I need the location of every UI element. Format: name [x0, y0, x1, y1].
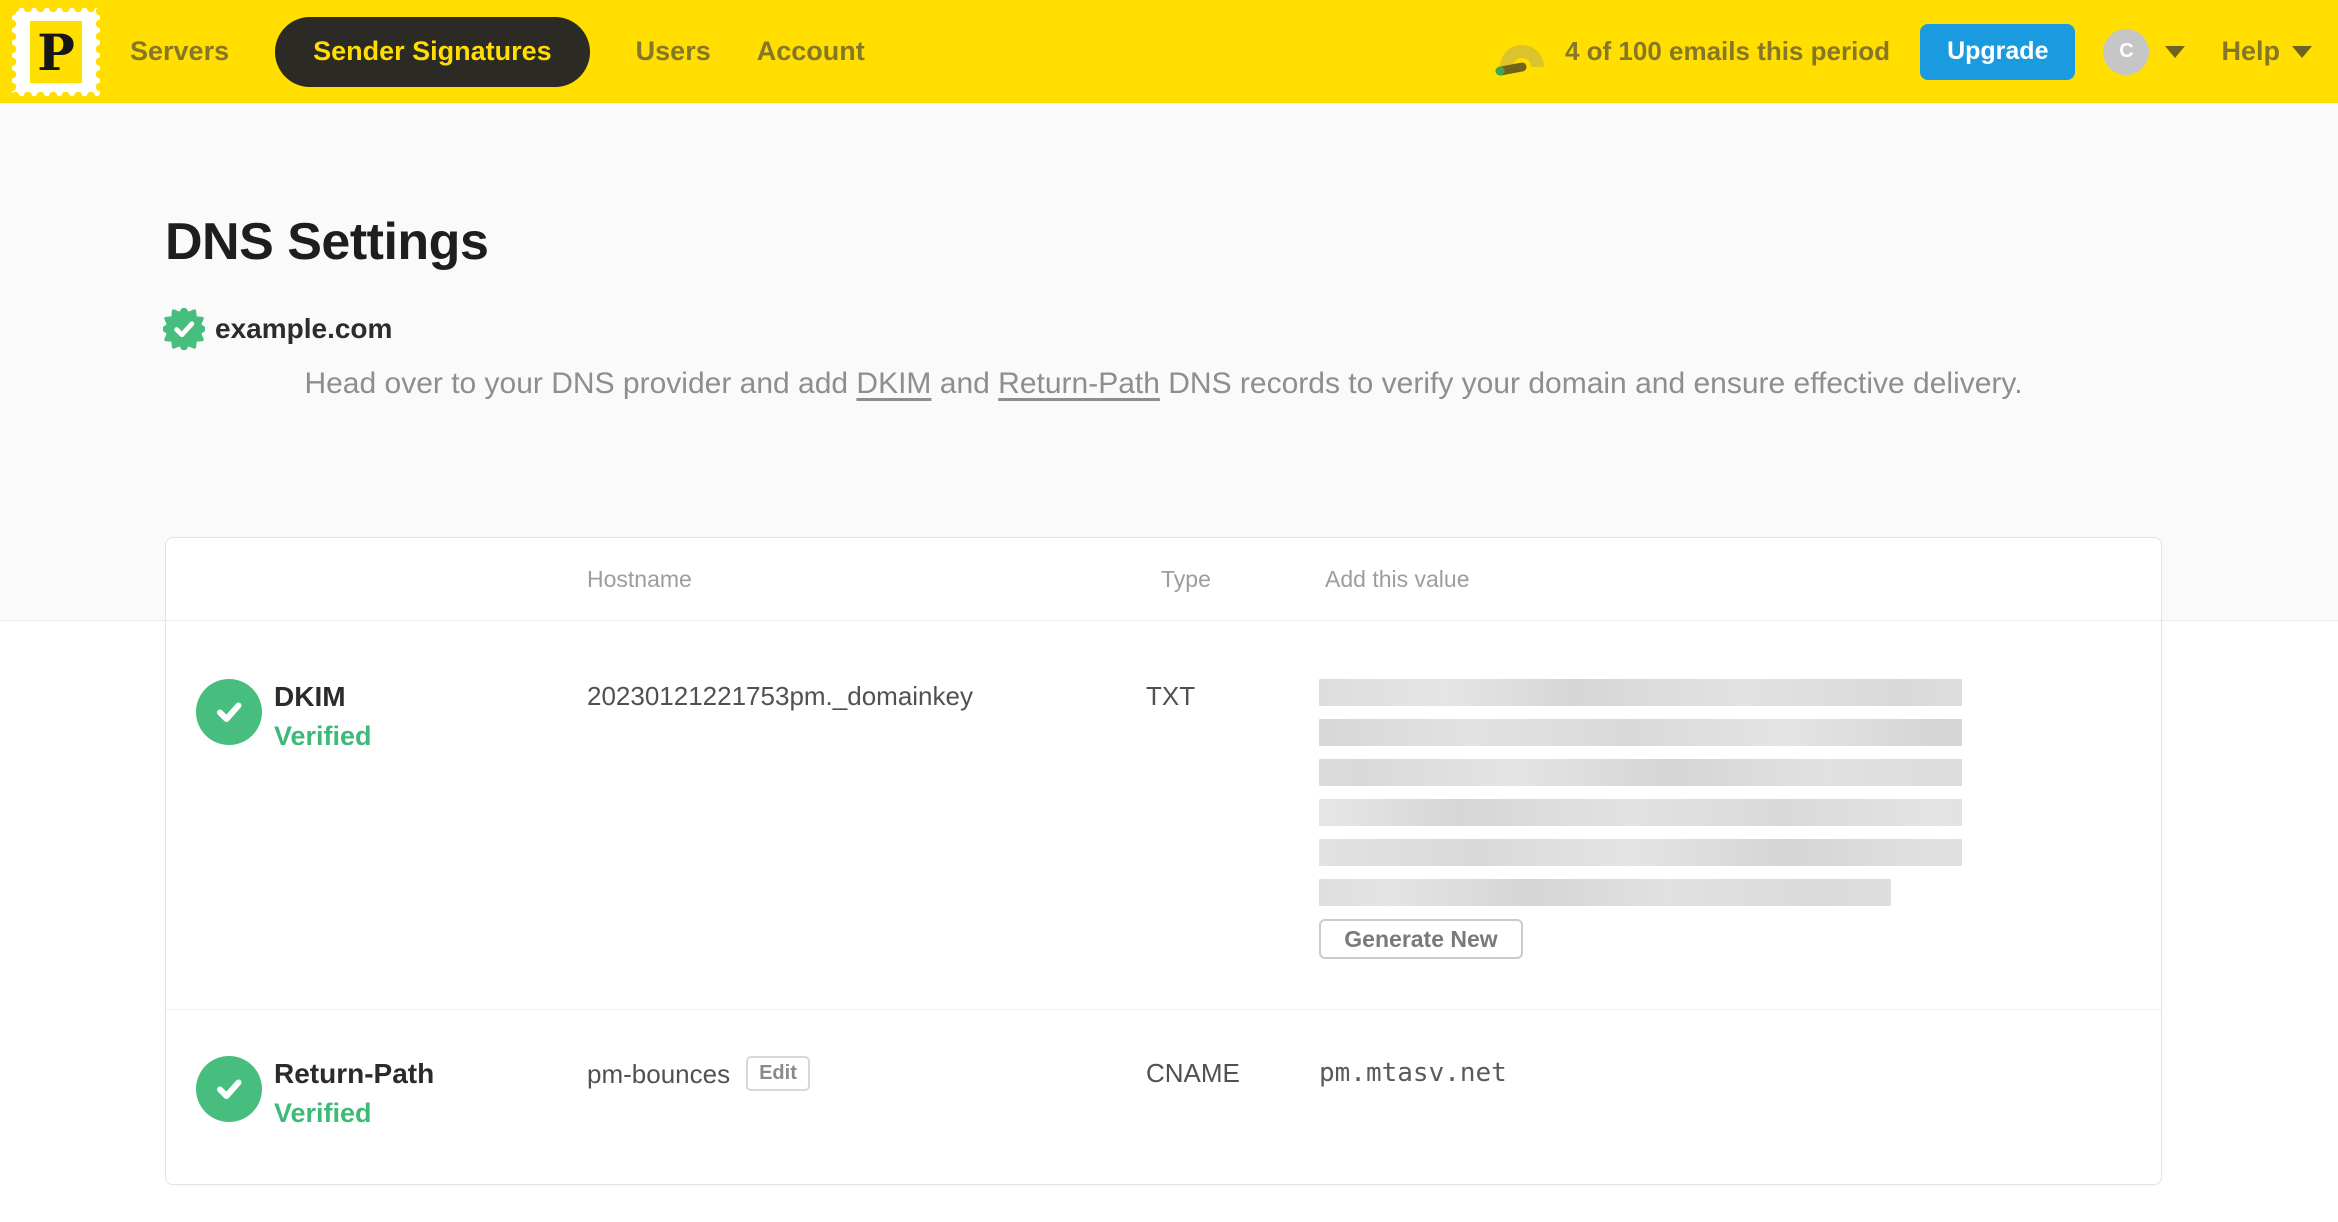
status-badge: Verified: [274, 1098, 372, 1128]
logo-letter: P: [30, 21, 82, 83]
nav-item-sender-signatures[interactable]: Sender Signatures: [275, 16, 590, 87]
stamp-perforation: [9, 2, 103, 14]
hostname-value: 20230121221753pm._domainkey: [587, 681, 973, 711]
postmark-logo[interactable]: P: [6, 2, 106, 102]
stamp-perforation: [94, 5, 106, 99]
return-path-hostname-cell: pm-bounces Edit: [587, 1010, 1146, 1184]
nav-items: Servers Sender Signatures Users Account: [130, 16, 865, 87]
page-description: Head over to your DNS provider and add D…: [165, 360, 2162, 408]
redacted-line: [1319, 719, 1962, 746]
redacted-line: [1319, 759, 1962, 786]
return-path-value-cell: pm.mtasv.net: [1319, 1010, 2161, 1184]
nav-item-users[interactable]: Users: [636, 36, 711, 67]
top-nav: P Servers Sender Signatures Users Accoun…: [0, 0, 2338, 103]
return-path-status-cell: Return-Path Verified: [166, 1010, 587, 1184]
dns-value: pm.mtasv.net: [1319, 1058, 1507, 1088]
verified-domain: example.com: [163, 308, 392, 350]
verified-check-icon: [196, 679, 262, 745]
dkim-type-cell: TXT: [1146, 621, 1319, 1009]
avatar[interactable]: C: [2103, 28, 2150, 75]
description-text: DNS records to verify your domain and en…: [1159, 367, 2023, 400]
help-label: Help: [2221, 36, 2280, 66]
dns-records-card: Hostname Type Add this value DKIM Verifi…: [165, 537, 2162, 1185]
dkim-status-cell: DKIM Verified: [166, 621, 587, 1009]
nav-item-account[interactable]: Account: [757, 36, 865, 67]
column-header-value: Add this value: [1325, 565, 1470, 592]
record-type: TXT: [1146, 681, 1196, 711]
help-menu[interactable]: Help: [2221, 36, 2312, 67]
hostname-value: pm-bounces: [587, 1058, 731, 1089]
dkim-value-cell: Generate New: [1319, 621, 2161, 1009]
redacted-dns-value: [1319, 679, 1962, 906]
dkim-hostname-cell: 20230121221753pm._domainkey: [587, 621, 1146, 1009]
dkim-labels: DKIM Verified: [274, 679, 372, 1009]
edit-button[interactable]: Edit: [746, 1056, 810, 1091]
chevron-down-icon: [2292, 45, 2312, 58]
nav-item-servers[interactable]: Servers: [130, 36, 229, 67]
dkim-link[interactable]: DKIM: [856, 367, 931, 400]
usage-gauge-icon: [1495, 44, 1544, 75]
generate-new-button[interactable]: Generate New: [1319, 919, 1523, 959]
return-path-labels: Return-Path Verified: [274, 1056, 434, 1184]
upgrade-button[interactable]: Upgrade: [1920, 23, 2076, 80]
description-text: and: [931, 367, 999, 400]
redacted-line: [1319, 679, 1962, 706]
redacted-line: [1319, 879, 1892, 906]
return-path-link[interactable]: Return-Path: [998, 367, 1160, 400]
usage-counter: 4 of 100 emails this period: [1564, 36, 1891, 66]
record-name: Return-Path: [274, 1058, 435, 1089]
chevron-down-icon: [2165, 45, 2186, 58]
stamp-perforation: [6, 5, 18, 99]
table-row-dkim: DKIM Verified 20230121221753pm._domainke…: [166, 621, 2161, 1009]
page-title: DNS Settings: [165, 213, 489, 271]
redacted-line: [1319, 799, 1962, 826]
status-badge: Verified: [274, 721, 372, 751]
record-name: DKIM: [274, 681, 346, 712]
account-menu[interactable]: C: [2103, 28, 2186, 75]
table-header-row: Hostname Type Add this value: [166, 538, 2161, 621]
verified-seal-icon: [163, 308, 205, 350]
record-type: CNAME: [1146, 1058, 1240, 1088]
column-header-hostname: Hostname: [587, 565, 692, 592]
nav-right: 4 of 100 emails this period Upgrade C He…: [1493, 23, 2338, 80]
domain-name: example.com: [215, 313, 393, 344]
verified-check-icon: [196, 1056, 262, 1122]
return-path-type-cell: CNAME: [1146, 1010, 1319, 1184]
redacted-line: [1319, 839, 1962, 866]
hostname-with-edit: pm-bounces Edit: [587, 1056, 1146, 1091]
table-row-return-path: Return-Path Verified pm-bounces Edit CNA…: [166, 1009, 2161, 1184]
column-header-type: Type: [1161, 565, 1211, 592]
dns-settings-page: P Servers Sender Signatures Users Accoun…: [0, 0, 2338, 1222]
description-text: Head over to your DNS provider and add: [304, 367, 857, 400]
stamp-perforation: [9, 90, 103, 102]
